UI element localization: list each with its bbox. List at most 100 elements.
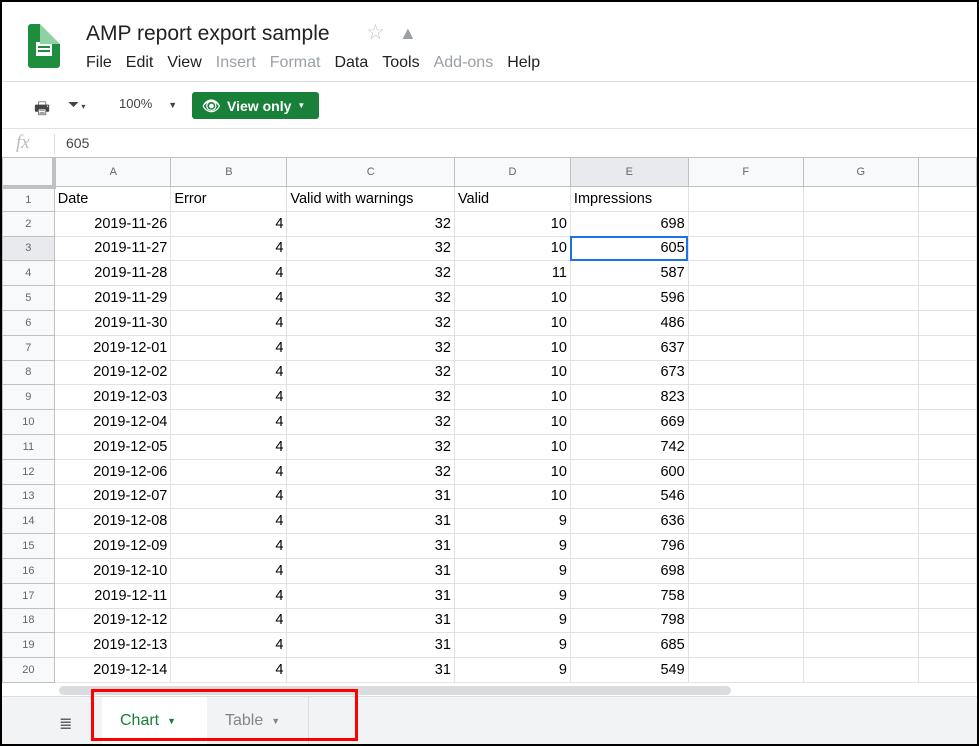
row-header[interactable]: 14 [2, 508, 55, 535]
cell[interactable]: 32 [286, 409, 455, 435]
cell[interactable]: 798 [569, 607, 689, 634]
cell[interactable]: 2019-12-11 [53, 582, 172, 609]
cell[interactable] [917, 334, 977, 361]
menu-add-ons[interactable]: Add-ons [434, 54, 494, 72]
cell[interactable]: 4 [170, 508, 288, 535]
cell[interactable] [687, 632, 804, 659]
cell[interactable]: 742 [569, 433, 689, 460]
cell[interactable] [802, 607, 919, 634]
menu-help[interactable]: Help [507, 54, 540, 72]
cell[interactable]: 546 [569, 483, 689, 510]
cell[interactable]: 4 [170, 557, 288, 584]
cell[interactable] [917, 210, 977, 237]
cell[interactable]: 605 [569, 235, 689, 262]
cell[interactable]: 549 [569, 657, 689, 683]
cell[interactable]: 2019-12-01 [53, 334, 172, 361]
cell[interactable] [917, 458, 977, 485]
cell[interactable] [687, 210, 804, 237]
cell[interactable]: 2019-12-02 [53, 359, 172, 386]
cell[interactable]: 32 [286, 309, 455, 336]
cell[interactable]: 11 [453, 260, 571, 287]
header-cell[interactable] [802, 186, 919, 212]
cell[interactable]: 9 [453, 582, 571, 609]
cell[interactable]: 10 [453, 309, 571, 336]
cell[interactable]: 4 [170, 409, 288, 435]
row-header[interactable]: 13 [2, 483, 55, 510]
cell[interactable] [802, 557, 919, 584]
cell[interactable]: 32 [286, 260, 455, 287]
header-cell[interactable]: Valid with warnings [286, 186, 455, 212]
cell[interactable]: 9 [453, 657, 571, 683]
cell[interactable] [802, 582, 919, 609]
cell[interactable] [917, 235, 977, 262]
header-cell[interactable]: Error [170, 186, 288, 212]
cell[interactable]: 2019-12-04 [53, 409, 172, 435]
cell[interactable] [802, 309, 919, 336]
cell[interactable] [802, 657, 919, 683]
column-header-e[interactable]: E [569, 157, 689, 187]
cell[interactable]: 31 [286, 632, 455, 659]
cell[interactable]: 9 [453, 607, 571, 634]
row-header[interactable]: 7 [2, 334, 55, 361]
header-cell[interactable]: Valid [453, 186, 571, 212]
cell[interactable] [802, 210, 919, 237]
cell[interactable] [802, 285, 919, 311]
row-header[interactable]: 15 [2, 533, 55, 559]
cell[interactable] [802, 409, 919, 435]
column-header-c[interactable]: C [286, 157, 455, 187]
star-icon[interactable]: ☆ [366, 20, 385, 45]
cell[interactable] [802, 384, 919, 411]
cell[interactable]: 4 [170, 657, 288, 683]
cell[interactable] [917, 384, 977, 411]
menu-edit[interactable]: Edit [126, 54, 154, 72]
cell[interactable]: 2019-12-13 [53, 632, 172, 659]
row-header[interactable]: 11 [2, 433, 55, 460]
cell[interactable]: 31 [286, 582, 455, 609]
cell[interactable]: 4 [170, 334, 288, 361]
row-header[interactable]: 10 [2, 409, 55, 435]
header-cell[interactable] [687, 186, 804, 212]
cell[interactable]: 4 [170, 359, 288, 386]
cell[interactable]: 2019-11-28 [53, 260, 172, 287]
formula-input[interactable]: 605 [66, 135, 89, 151]
cell[interactable]: 4 [170, 433, 288, 460]
row-header[interactable]: 18 [2, 607, 55, 634]
cell[interactable]: 2019-12-03 [53, 384, 172, 411]
cell[interactable]: 10 [453, 483, 571, 510]
cell[interactable] [802, 260, 919, 287]
cell[interactable] [802, 533, 919, 559]
cell[interactable]: 31 [286, 508, 455, 535]
cell[interactable]: 32 [286, 433, 455, 460]
cell[interactable] [917, 433, 977, 460]
cell[interactable]: 698 [569, 210, 689, 237]
row-header[interactable]: 6 [2, 309, 55, 336]
menu-insert[interactable]: Insert [216, 54, 256, 72]
cell[interactable] [802, 334, 919, 361]
cell[interactable] [687, 557, 804, 584]
cell[interactable] [917, 632, 977, 659]
cell[interactable]: 32 [286, 384, 455, 411]
cell[interactable]: 636 [569, 508, 689, 535]
cell[interactable]: 9 [453, 557, 571, 584]
cell[interactable] [687, 285, 804, 311]
row-header[interactable]: 5 [2, 285, 55, 311]
cell[interactable] [687, 458, 804, 485]
cell[interactable] [917, 409, 977, 435]
cell[interactable] [802, 359, 919, 386]
row-header[interactable]: 3 [2, 235, 55, 262]
cell[interactable]: 4 [170, 483, 288, 510]
cell[interactable] [802, 433, 919, 460]
cell[interactable] [687, 235, 804, 262]
cell[interactable]: 2019-12-09 [53, 533, 172, 559]
cell[interactable] [917, 285, 977, 311]
cell[interactable] [917, 607, 977, 634]
cell[interactable]: 9 [453, 632, 571, 659]
drive-add-icon[interactable]: ▲ [399, 23, 417, 44]
cell[interactable]: 4 [170, 582, 288, 609]
cell[interactable]: 2019-12-10 [53, 557, 172, 584]
filter-icon[interactable]: ⏷ ▾ [68, 96, 85, 113]
cell[interactable] [917, 582, 977, 609]
cell[interactable]: 32 [286, 334, 455, 361]
menu-file[interactable]: File [86, 54, 112, 72]
document-title[interactable]: AMP report export sample [86, 22, 330, 46]
